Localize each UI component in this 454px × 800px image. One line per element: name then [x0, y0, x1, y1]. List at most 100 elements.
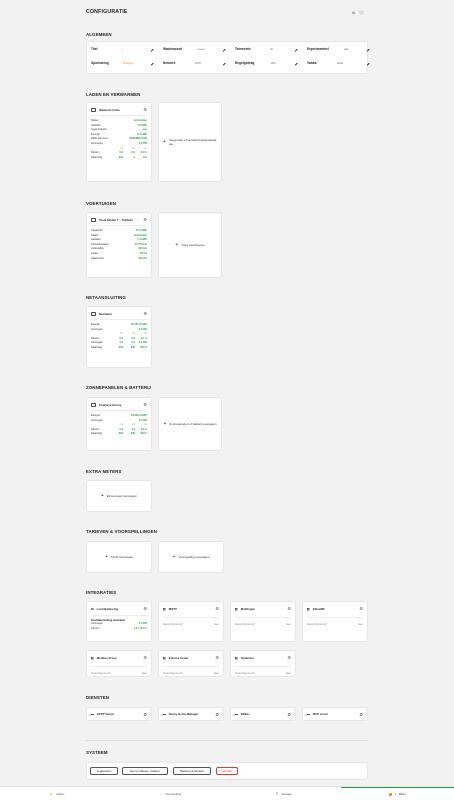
lb-name: Load Balancing	[96, 606, 119, 611]
system-button[interactable]: Een probleem melden	[122, 767, 168, 775]
settings-icon[interactable]: ⚙	[287, 655, 291, 660]
system-button[interactable]: Herstart	[216, 767, 238, 775]
edit-icon[interactable]	[149, 60, 154, 66]
nav-icon: •	[394, 792, 396, 796]
nav-tab[interactable]: ☼ Voorspelling	[114, 787, 228, 800]
general-field-label: Sponsoring	[91, 61, 109, 65]
edit-icon[interactable]	[365, 60, 370, 66]
integration-card[interactable]: ◧ MQTT ⚙ Geconfigureerd Nee	[158, 601, 224, 642]
settings-icon[interactable]: ⚙	[143, 311, 147, 316]
general-field[interactable]: Sponsoring 8 dagen	[91, 60, 154, 66]
integration-icon: ◧	[163, 655, 166, 660]
integration-card[interactable]: ◧ Optimizer ⚙ Geconfigureerd Nee	[230, 650, 296, 677]
edit-icon[interactable]	[293, 60, 298, 66]
load-balancing-card[interactable]: ⚖ Load Balancing ⚙ Hoofdaansluiting meterk…	[86, 601, 152, 642]
solar-icon	[91, 402, 96, 407]
general-field[interactable]: Wachtwoord ••••••••	[163, 46, 226, 52]
add-forecast-label: Voorspelling toevoegen	[178, 555, 210, 559]
system-button[interactable]: Backup & Herstel	[173, 767, 211, 775]
general-field-label: Titel	[91, 47, 98, 51]
general-field-value: 7070	[194, 61, 201, 65]
general-field[interactable]: Telemetrie uit	[235, 46, 298, 52]
status-label: Geconfigureerd	[163, 622, 183, 626]
nav-tab[interactable]: • Meer	[340, 787, 454, 800]
integration-card[interactable]: ◧ Modbus Proxy ⚙ Geconfigureerd Nee	[86, 650, 152, 677]
settings-icon[interactable]: ⚙	[143, 655, 147, 660]
status-label: Geconfigureerd	[307, 622, 327, 626]
solar-card[interactable]: Enphase Envoy ⚙ Energie 13.399,4 kWh Vermog…	[86, 397, 152, 451]
settings-icon[interactable]: ⚙	[143, 712, 147, 717]
service-card[interactable]: ▬ MCP server ⚙	[302, 707, 368, 721]
integration-card[interactable]: ◧ Meldingen ⚙ Geconfigureerd Nee	[230, 601, 296, 642]
nav-tab[interactable]: ⚡ Laden	[0, 787, 114, 800]
plus-icon: +	[104, 554, 108, 560]
general-field[interactable]: Valuta EUR	[307, 60, 370, 66]
settings-icon[interactable]: ⚙	[215, 655, 219, 660]
add-vehicle-button[interactable]: + Voeg voertuig toe	[158, 212, 222, 278]
divider	[86, 740, 368, 741]
settings-icon[interactable]: ⚙	[215, 606, 219, 611]
phase-value: 233 V	[140, 345, 147, 349]
service-name: OCPP Server	[96, 712, 115, 716]
integration-icon: ◧	[91, 655, 94, 660]
integration-card[interactable]: ◧ InfluxDB ⚙ Geconfigureerd Nee	[302, 601, 368, 642]
settings-icon[interactable]: ⚙	[359, 606, 363, 611]
grid-card[interactable]: Netmeter ⚙ Energie 18.755,4 kWh Vermogen 0,6…	[86, 306, 152, 368]
vehicle-name: Tesla Model Y · Tuithchi	[99, 217, 133, 222]
general-field[interactable]: Regelgedrag 30s	[235, 60, 298, 66]
status-label: Geconfigureerd	[91, 671, 111, 675]
edit-icon[interactable]	[293, 46, 298, 52]
general-field[interactable]: Experimenteel aan	[307, 46, 370, 52]
add-charger-button[interactable]: + Voeg lader of verwarmingsapparaat toe	[158, 102, 222, 182]
nav-icon: ⚡	[49, 791, 53, 796]
vehicle-card[interactable]: Tesla Model Y · Tuithchi ⚙ Capaciteit 57,5…	[86, 212, 152, 278]
service-icon: ▬	[163, 712, 166, 716]
add-meter-button[interactable]: + Extra meter toevoegen	[86, 480, 152, 512]
settings-icon[interactable]: ⚙	[287, 606, 291, 611]
charger-card[interactable]: Webasto Unite ⚙ Status verbonden Geladen 7,6…	[86, 102, 152, 182]
section-meters: EXTRA METERS	[86, 469, 122, 474]
edit-icon[interactable]	[221, 46, 226, 52]
add-solar-button[interactable]: + Zonnepanelen of batterij toevoegen	[158, 397, 222, 451]
plus-icon: +	[175, 242, 179, 248]
settings-icon[interactable]: ⚙	[287, 712, 291, 717]
status-label: Geconfigureerd	[235, 671, 255, 675]
edit-icon[interactable]	[221, 60, 226, 66]
nav-tab[interactable]: ☰ Sessies	[227, 787, 341, 800]
settings-icon[interactable]: ⚙	[143, 402, 147, 407]
integration-header: ◧ InfluxDB ⚙	[307, 606, 363, 611]
integration-header: ◧ Optimizer ⚙	[235, 655, 291, 660]
general-field[interactable]: Titel ---	[91, 46, 154, 52]
language-toggle[interactable]: NL	[352, 10, 365, 15]
service-card[interactable]: ▬ Sunny Home Manager ⚙	[158, 707, 224, 721]
service-card[interactable]: ▬ EEBus ⚙	[230, 707, 296, 721]
service-name: MCP server	[312, 712, 329, 716]
settings-icon[interactable]: ⚙	[359, 712, 363, 717]
service-name: EEBus	[240, 712, 250, 716]
status-value: Nee	[357, 622, 363, 626]
settings-icon[interactable]: ⚙	[143, 107, 147, 112]
integration-card[interactable]: ◧ Externe Sonel ⚙ Geconfigureerd Nee	[158, 650, 224, 677]
general-field-label: Telemetrie	[235, 47, 251, 51]
charger-icon	[91, 107, 96, 112]
add-tariff-button[interactable]: + Tarief toevoegen	[86, 541, 152, 573]
general-field-label: Netwerk	[163, 61, 176, 65]
integration-header: ◧ MQTT ⚙	[163, 606, 219, 611]
charger-name: Webasto Unite	[99, 107, 120, 112]
settings-icon[interactable]: ⚙	[143, 217, 147, 222]
status-label: Geconfigureerd	[235, 622, 255, 626]
edit-icon[interactable]	[365, 46, 370, 52]
add-forecast-button[interactable]: + Voorspelling toevoegen	[158, 541, 224, 573]
solar-name: Enphase Envoy	[99, 402, 122, 407]
system-button[interactable]: Logboeken	[90, 767, 118, 775]
general-field[interactable]: Netwerk 7070	[163, 60, 226, 66]
settings-icon[interactable]: ⚙	[215, 712, 219, 717]
service-icon: ▬	[91, 712, 94, 716]
service-name: Sunny Home Manager	[168, 712, 199, 716]
settings-icon[interactable]: ⚙	[143, 606, 147, 611]
nav-icon: ☼	[159, 791, 162, 796]
edit-icon[interactable]	[149, 46, 154, 52]
service-card[interactable]: ▬ OCPP Server ⚙	[86, 707, 152, 721]
close-icon[interactable]	[359, 10, 365, 15]
grid-name: Netmeter	[99, 311, 113, 316]
